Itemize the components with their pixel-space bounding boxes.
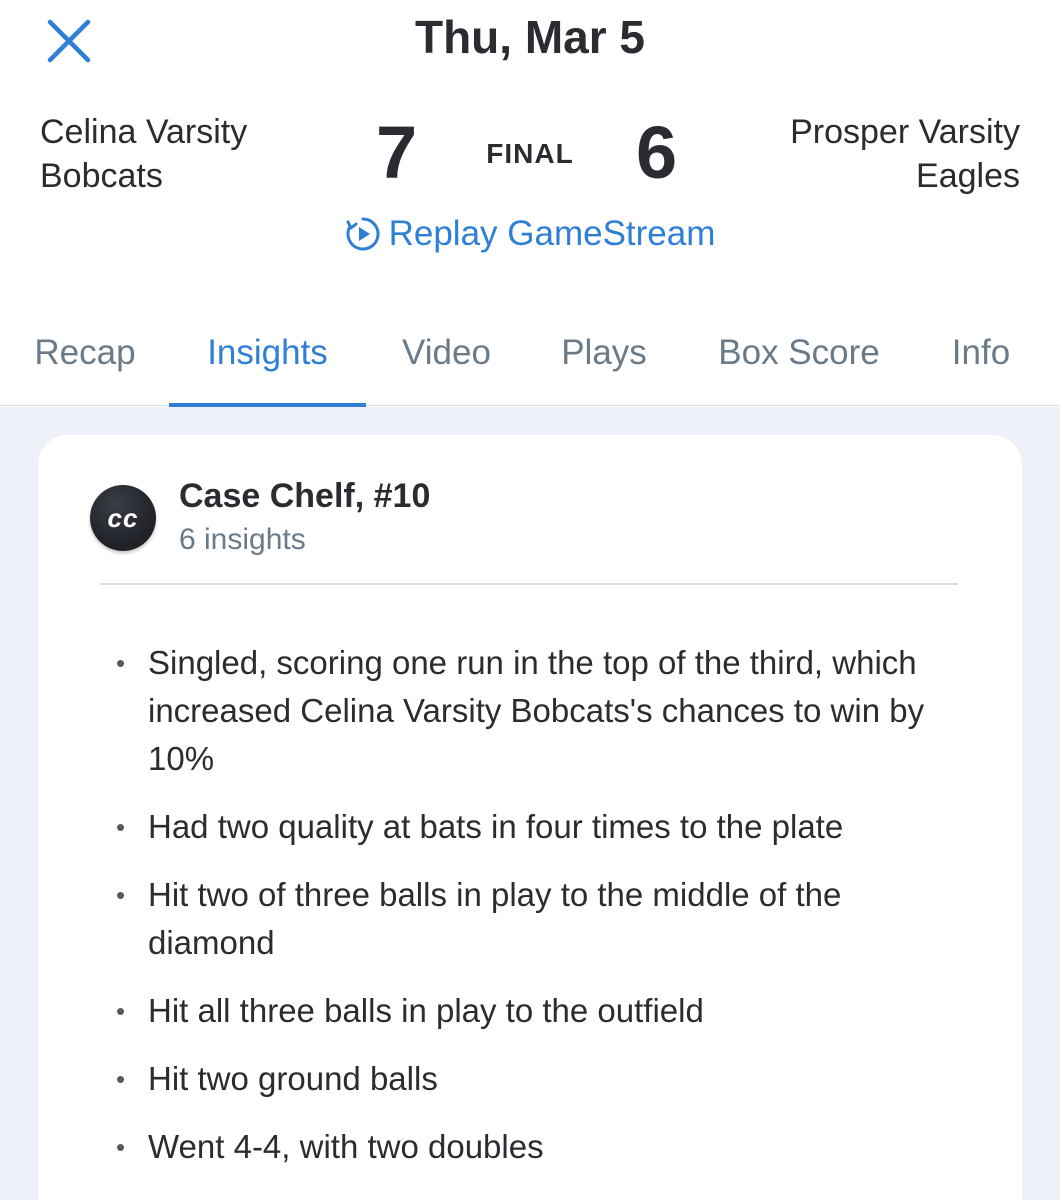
insight-item: Hit two of three balls in play to the mi…	[116, 871, 976, 967]
insight-item: Singled, scoring one run in the top of t…	[116, 639, 976, 783]
insight-count: 6 insights	[179, 523, 306, 556]
player-insight-card: cc Case Chelf, #10 6 insights Singled, s…	[38, 435, 1022, 1200]
tab-insights[interactable]: Insights	[169, 322, 366, 407]
away-team-name[interactable]: Prosper Varsity Eagles	[790, 110, 1020, 198]
game-date: Thu, Mar 5	[414, 11, 646, 63]
insight-list: Singled, scoring one run in the top of t…	[116, 639, 976, 1191]
insights-content: cc Case Chelf, #10 6 insights Singled, s…	[0, 407, 1060, 1200]
game-header: Thu, Mar 5 Celina Varsity Bobcats 7 FINA…	[0, 0, 1060, 290]
player-avatar[interactable]: cc	[90, 485, 156, 551]
divider	[100, 583, 958, 585]
tab-box-score[interactable]: Box Score	[712, 322, 886, 406]
replay-label: Replay GameStream	[388, 214, 716, 253]
insight-item: Went 4-4, with two doubles	[116, 1123, 976, 1171]
replay-gamestream-link[interactable]: Replay GameStream	[0, 214, 1060, 254]
tab-video[interactable]: Video	[397, 322, 496, 406]
insight-item: Hit two ground balls	[116, 1055, 976, 1103]
tab-bar: Recap Insights Video Plays Box Score Inf…	[0, 322, 1060, 407]
away-team-line2: Eagles	[916, 157, 1020, 195]
gamechanger-logo-icon: cc	[107, 502, 139, 533]
tab-plays[interactable]: Plays	[558, 322, 650, 406]
away-team-line1: Prosper Varsity	[790, 113, 1020, 151]
tab-recap[interactable]: Recap	[32, 322, 138, 406]
insight-item: Had two quality at bats in four times to…	[116, 803, 976, 851]
player-name[interactable]: Case Chelf, #10	[179, 477, 430, 516]
replay-play-icon	[346, 217, 380, 251]
away-score: 6	[636, 111, 678, 194]
insight-item: Hit all three balls in play to the outfi…	[116, 987, 976, 1035]
tab-info[interactable]: Info	[947, 322, 1015, 406]
